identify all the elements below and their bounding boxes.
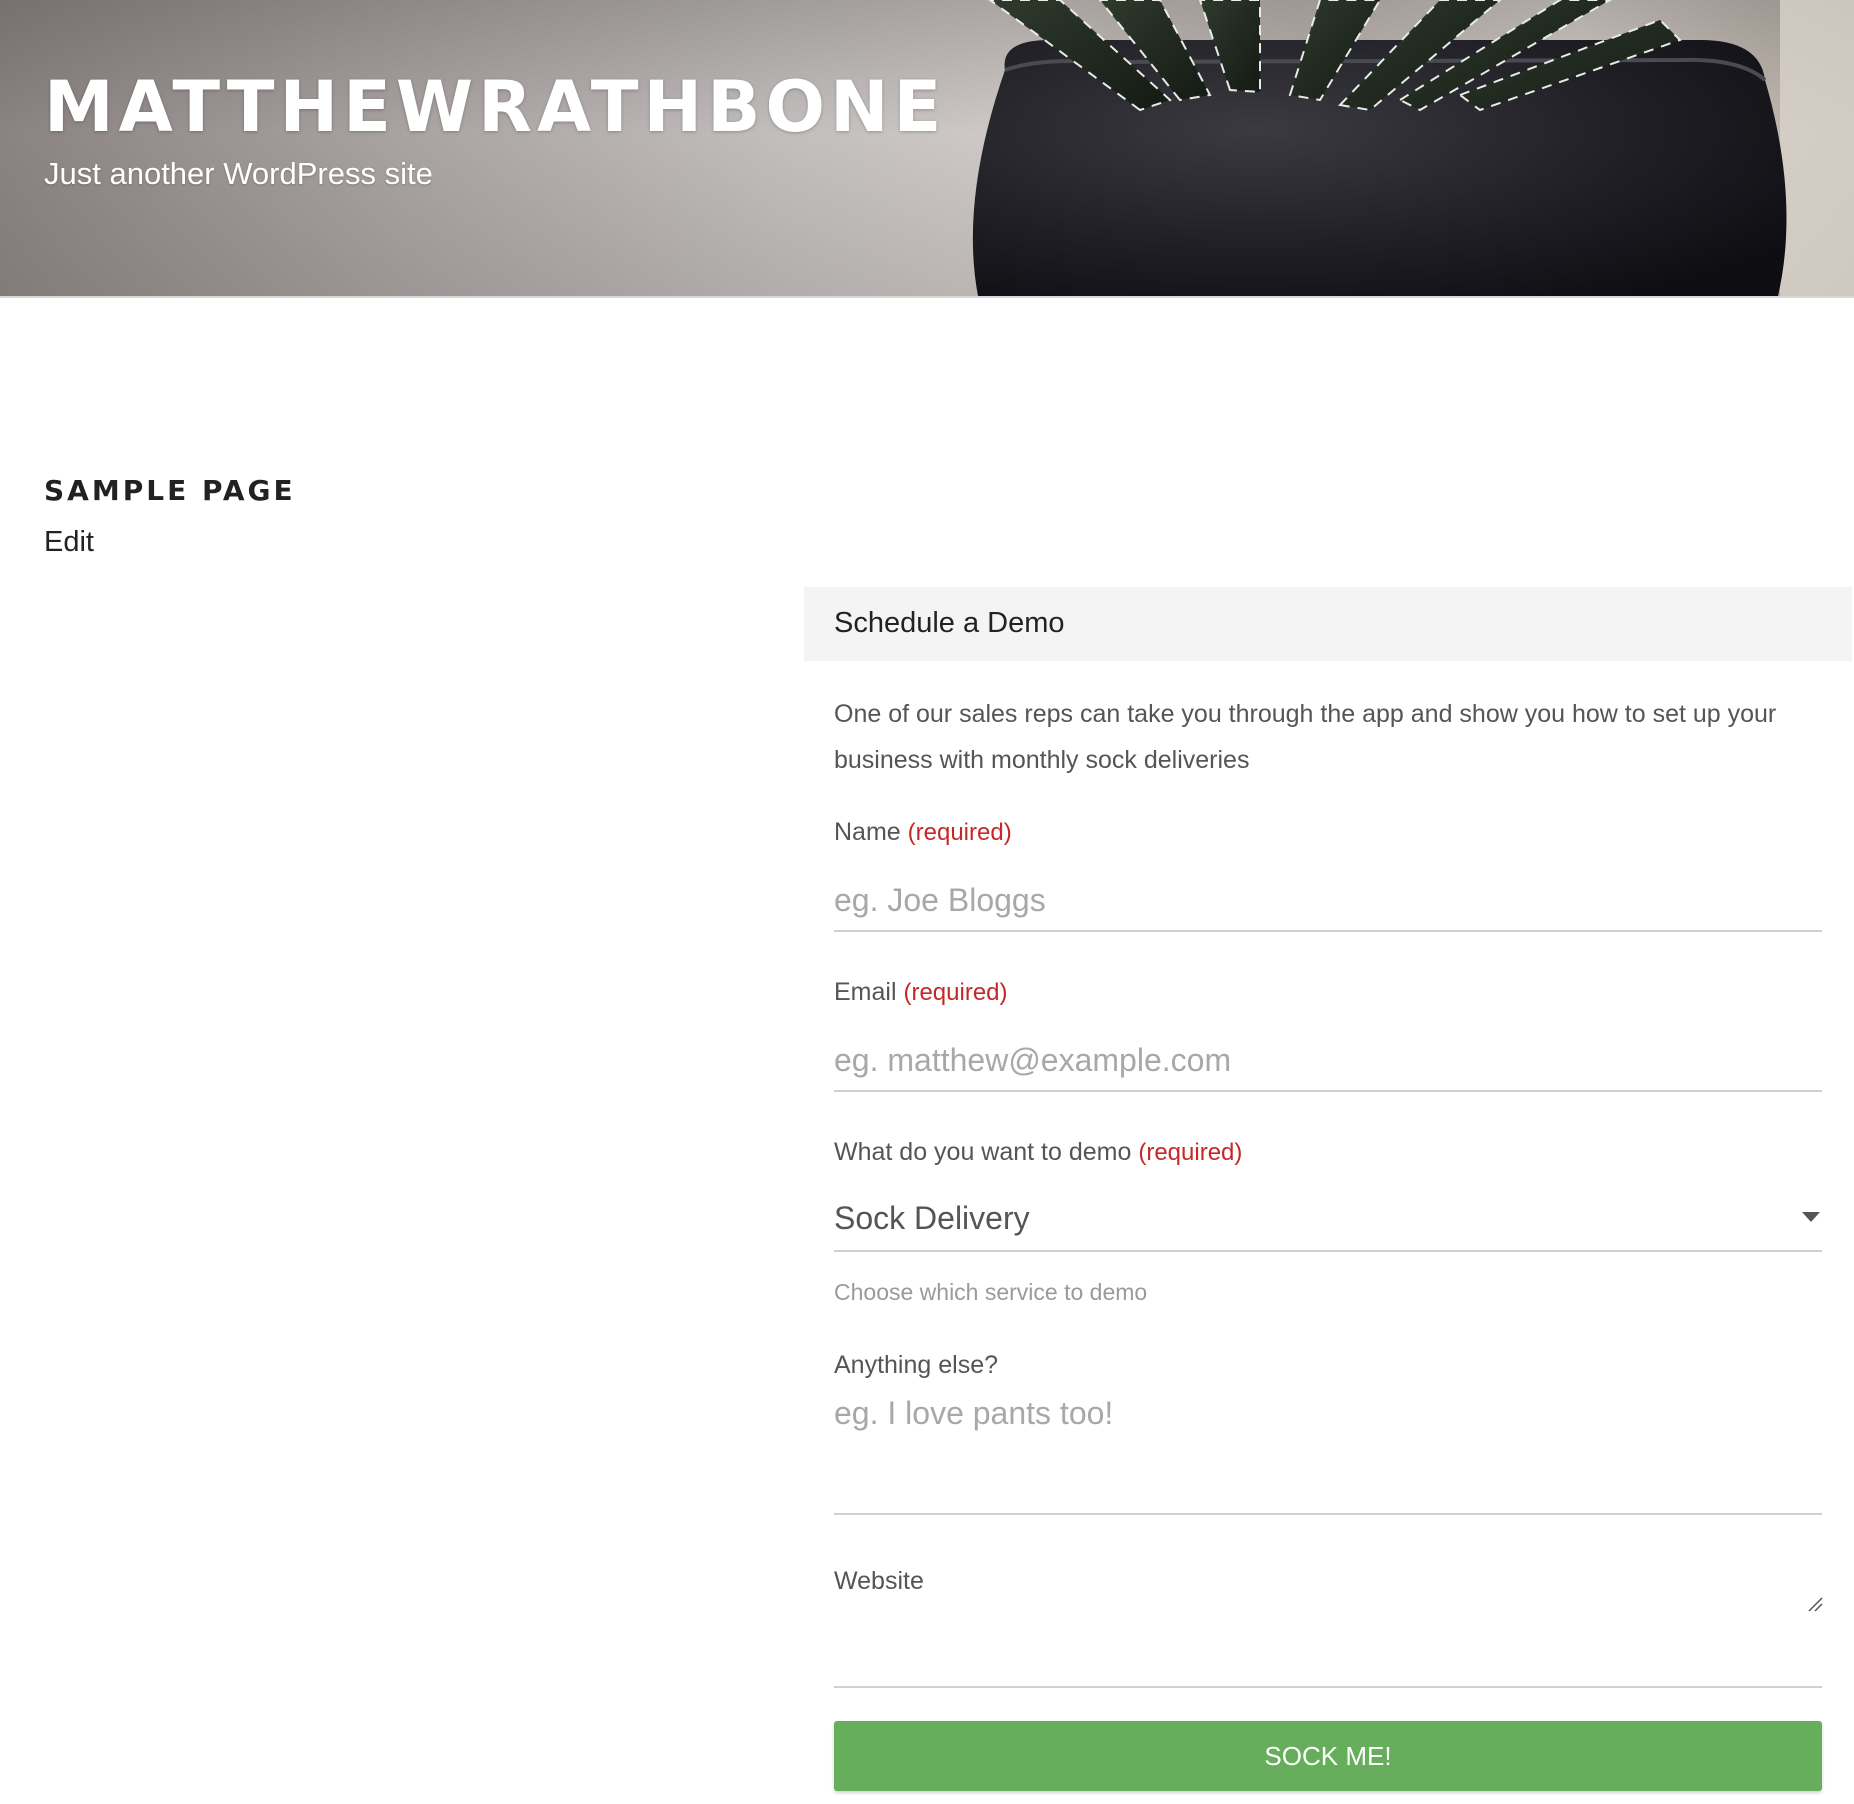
anything-else-textarea[interactable] (834, 1395, 1822, 1515)
email-input[interactable] (834, 1030, 1822, 1092)
submit-button[interactable]: SOCK ME! (834, 1721, 1822, 1791)
required-marker: (required) (907, 819, 1012, 846)
required-marker: (required) (1138, 1139, 1243, 1166)
resize-grip-icon[interactable] (1807, 1596, 1823, 1612)
demo-label-text: What do you want to demo (834, 1138, 1132, 1166)
required-marker: (required) (903, 979, 1008, 1006)
name-input[interactable] (834, 870, 1822, 932)
page-title: SAMPLE PAGE (44, 474, 296, 507)
website-input[interactable] (834, 1616, 1822, 1688)
email-label-text: Email (834, 978, 897, 1006)
site-tagline: Just another WordPress site (44, 156, 433, 191)
demo-label: What do you want to demo (required) (834, 1138, 1242, 1167)
form-header: Schedule a Demo (804, 587, 1852, 661)
form-intro: One of our sales reps can take you throu… (834, 700, 1777, 774)
anything-else-label: Anything else? (834, 1351, 999, 1379)
demo-form: Schedule a Demo One of our sales reps ca… (804, 587, 1852, 1804)
site-header: MATTHEWRATHBONE Just another WordPress s… (0, 0, 1854, 298)
website-label: Website (834, 1567, 924, 1595)
email-label: Email (required) (834, 978, 1008, 1007)
demo-help-text: Choose which service to demo (834, 1279, 1148, 1305)
site-title[interactable]: MATTHEWRATHBONE (44, 62, 946, 152)
demo-select[interactable]: Sock Delivery (834, 1190, 1822, 1252)
form-heading: Schedule a Demo (834, 607, 1065, 639)
demo-select-value: Sock Delivery (834, 1200, 1030, 1236)
edit-link[interactable]: Edit (44, 526, 94, 559)
caret-down-icon[interactable] (1802, 1212, 1820, 1222)
name-label: Name (required) (834, 818, 1012, 847)
name-label-text: Name (834, 818, 901, 846)
